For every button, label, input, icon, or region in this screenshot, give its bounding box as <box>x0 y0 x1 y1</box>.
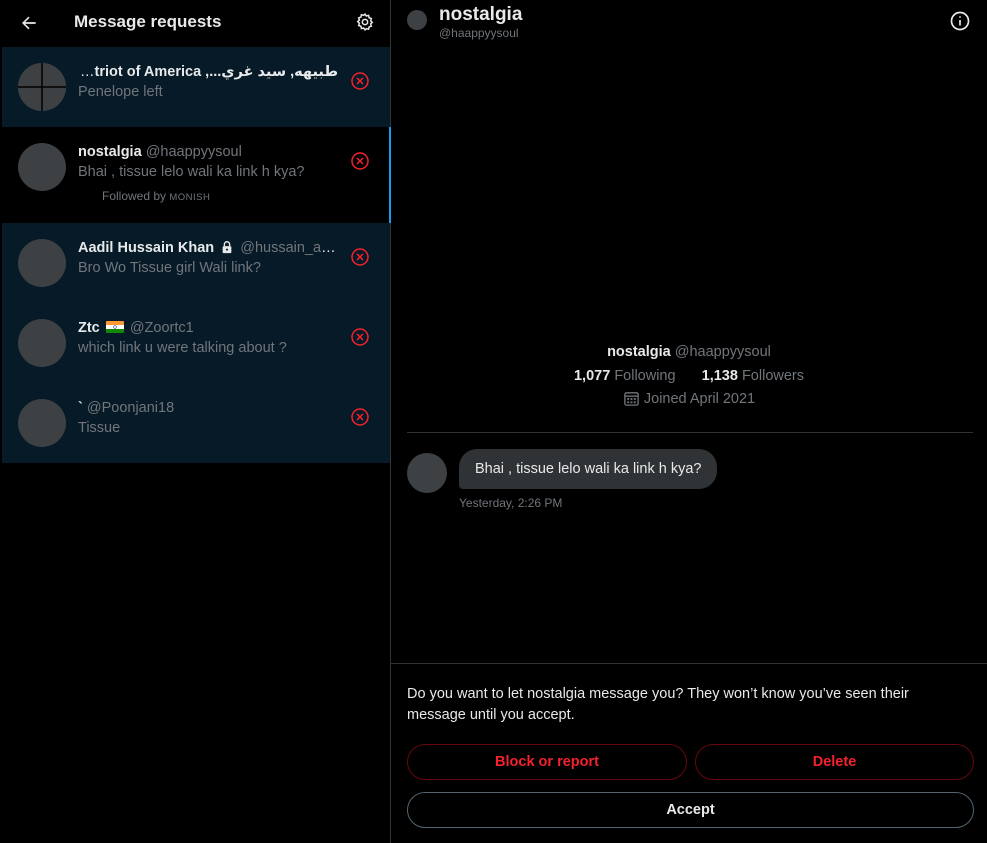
profile-handle: @haappyysoul <box>674 344 771 360</box>
profile-name-line[interactable]: nostalgia @haappyysoul <box>391 344 987 360</box>
header-avatar[interactable] <box>407 10 427 30</box>
followed-by: Followed by MONISH <box>102 189 210 203</box>
message-bubble[interactable]: Bhai , tissue lelo wali ka link h kya? <box>459 449 718 489</box>
joined-text: Joined April 2021 <box>643 390 756 407</box>
decline-button[interactable] <box>350 151 370 171</box>
following-link[interactable]: 1,077 Following <box>574 368 680 384</box>
close-circle-icon <box>351 72 369 90</box>
profile-summary: nostalgia @haappyysoul 1,077 Following 1… <box>391 344 987 407</box>
followers-count: 1,138 <box>701 368 738 384</box>
delete-button[interactable]: Delete <box>695 744 974 780</box>
list-item[interactable]: Aadil Hussain Khan @hussain_aa... Bro Wo… <box>2 223 390 303</box>
user-name: ` <box>78 400 83 416</box>
request-title: ` @Poonjani18 <box>78 400 340 416</box>
close-circle-icon <box>351 248 369 266</box>
user-handle: @Zoortc1 <box>129 320 194 336</box>
list-item[interactable]: طبيهه, سيد غري..., Patriot of America Pe… <box>2 47 390 127</box>
following-label: Following <box>614 368 676 384</box>
avatar <box>18 239 66 287</box>
request-title: Ztc @Zoortc1 <box>78 320 340 336</box>
request-title: nostalgia @haappyysoul <box>78 144 340 160</box>
user-name: nostalgia <box>78 144 142 160</box>
conversation-name[interactable]: nostalgia <box>439 4 522 26</box>
followed-by-name: MONISH <box>169 192 211 203</box>
settings-button[interactable] <box>352 9 378 35</box>
panel-header: Message requests <box>0 0 390 46</box>
following-count: 1,077 <box>573 368 611 384</box>
conversation-handle: @haappyysoul <box>439 26 519 40</box>
user-handle: @Poonjani18 <box>86 400 175 416</box>
info-button[interactable] <box>949 10 971 32</box>
request-preview: Bro Wo Tissue girl Wali link? <box>78 260 261 276</box>
page-title: Message requests <box>74 12 222 31</box>
info-icon <box>950 11 970 31</box>
request-prompt: Do you want to let nostalgia message you… <box>407 686 909 723</box>
joined-date: Joined April 2021 <box>391 390 987 407</box>
close-circle-icon <box>351 328 369 346</box>
followed-by-label: Followed by <box>102 189 167 203</box>
message-requests-panel: Message requests طبيهه, سيد غري..., Patr… <box>0 0 391 843</box>
divider <box>407 432 973 433</box>
follow-stats: 1,077 Following 1,138 Followers <box>391 368 987 384</box>
request-title: طبيهه, سيد غري..., Patriot of America <box>78 64 338 80</box>
divider <box>391 663 987 664</box>
avatar <box>18 319 66 367</box>
india-flag-icon <box>105 321 124 333</box>
block-or-report-button[interactable]: Block or report <box>407 744 687 780</box>
request-preview: which link u were talking about ? <box>78 340 287 356</box>
arrow-left-icon <box>22 16 36 30</box>
group-avatar <box>18 63 66 111</box>
close-circle-icon <box>351 408 369 426</box>
user-handle: @haappyysoul <box>145 144 242 160</box>
request-preview: Bhai , tissue lelo wali ka link h kya? <box>78 164 305 180</box>
list-item[interactable]: ` @Poonjani18 Tissue <box>2 383 390 463</box>
list-item-selected[interactable]: nostalgia @haappyysoul Bhai , tissue lel… <box>2 127 391 223</box>
accept-button[interactable]: Accept <box>407 792 974 828</box>
decline-button[interactable] <box>350 327 370 347</box>
message-timestamp: Yesterday, 2:26 PM <box>459 496 563 510</box>
followers-link[interactable]: 1,138 Followers <box>702 368 804 384</box>
user-handle: @hussain_aa... <box>240 240 340 256</box>
decline-button[interactable] <box>350 71 370 91</box>
conversation-panel: nostalgia @haappyysoul nostalgia @haappy… <box>391 0 987 843</box>
message-avatar[interactable] <box>407 453 447 493</box>
profile-name: nostalgia <box>607 344 671 360</box>
decline-button[interactable] <box>350 247 370 267</box>
user-name: Aadil Hussain Khan <box>78 240 215 256</box>
close-circle-icon <box>351 152 369 170</box>
group-name: طبيهه, سيد غري..., Patriot of America <box>78 64 338 80</box>
request-list: طبيهه, سيد غري..., Patriot of America Pe… <box>2 47 391 463</box>
request-preview: Tissue <box>78 420 121 436</box>
list-item[interactable]: Ztc @Zoortc1 which link u were talking a… <box>2 303 390 383</box>
group-avatar-icon <box>18 63 66 111</box>
followers-label: Followers <box>741 368 804 384</box>
avatar <box>18 143 66 191</box>
decline-button[interactable] <box>350 407 370 427</box>
gear-icon <box>356 12 374 32</box>
calendar-icon <box>624 392 639 406</box>
request-title: Aadil Hussain Khan @hussain_aa... <box>78 240 340 256</box>
user-name: Ztc <box>78 320 100 336</box>
back-button[interactable] <box>14 8 44 38</box>
avatar <box>18 399 66 447</box>
lock-icon <box>222 241 232 254</box>
request-preview: Penelope left <box>78 84 163 100</box>
